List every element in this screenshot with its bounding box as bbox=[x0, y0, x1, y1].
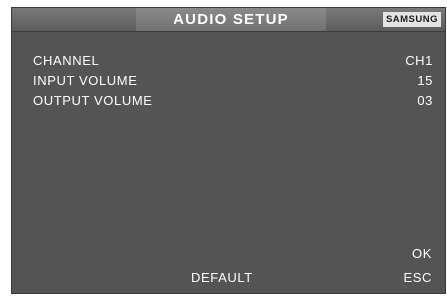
setting-channel[interactable]: CHANNEL CH1 bbox=[33, 53, 433, 73]
esc-button[interactable]: ESC bbox=[403, 270, 432, 285]
setting-label: INPUT VOLUME bbox=[33, 73, 138, 88]
setting-label: CHANNEL bbox=[33, 53, 100, 68]
setting-value: CH1 bbox=[405, 53, 433, 68]
default-button[interactable]: DEFAULT bbox=[191, 270, 253, 285]
setting-value: 03 bbox=[417, 93, 433, 108]
setting-output-volume[interactable]: OUTPUT VOLUME 03 bbox=[33, 93, 433, 113]
title-bar: AUDIO SETUP SAMSUNG bbox=[12, 8, 445, 32]
audio-setup-menu: AUDIO SETUP SAMSUNG CHANNEL CH1 INPUT VO… bbox=[11, 7, 446, 294]
menu-title: AUDIO SETUP bbox=[173, 11, 289, 28]
ok-button[interactable]: OK bbox=[412, 246, 432, 261]
setting-value: 15 bbox=[417, 73, 433, 88]
setting-label: OUTPUT VOLUME bbox=[33, 93, 153, 108]
setting-input-volume[interactable]: INPUT VOLUME 15 bbox=[33, 73, 433, 93]
brand-logo: SAMSUNG bbox=[382, 12, 441, 27]
